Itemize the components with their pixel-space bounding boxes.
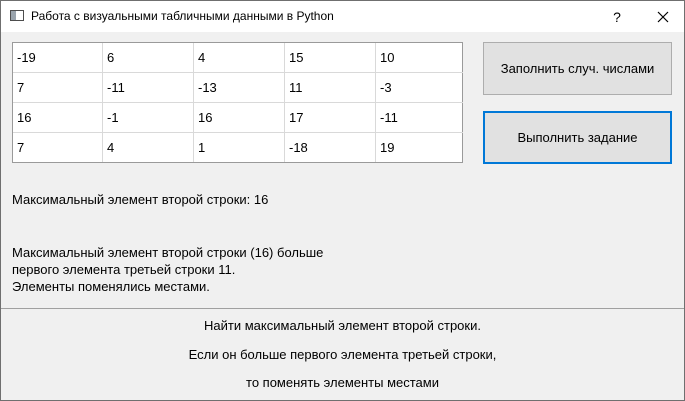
table-row: -19 6 4 15 10 (13, 43, 463, 73)
table-cell[interactable]: 19 (376, 133, 464, 163)
close-icon (657, 11, 669, 22)
fill-random-button[interactable]: Заполнить случ. числами (483, 42, 672, 95)
table-cell[interactable]: 6 (102, 43, 194, 73)
table-cell[interactable]: 1 (193, 132, 285, 162)
table-cell[interactable]: 7 (13, 72, 103, 103)
swap-result-text: Максимальный элемент второй строки (16) … (12, 244, 323, 295)
table-cell[interactable]: -11 (375, 102, 463, 133)
table-cell[interactable]: 4 (102, 132, 194, 162)
main-window: Работа с визуальными табличными данными … (0, 0, 685, 401)
help-button[interactable]: ? (601, 1, 633, 32)
table-cell[interactable]: -1 (102, 102, 194, 133)
table-cell[interactable]: 16 (193, 102, 285, 133)
table-cell[interactable]: 11 (284, 72, 376, 103)
table-cell[interactable]: 17 (284, 102, 376, 133)
title-bar[interactable]: Работа с визуальными табличными данными … (1, 1, 684, 32)
table-cell[interactable]: -19 (13, 43, 103, 73)
data-table[interactable]: -19 6 4 15 10 7 -11 -13 11 -3 16 -1 16 17 -11 7 4 1 -18 19 (12, 42, 463, 163)
table-cell[interactable]: -3 (375, 72, 463, 103)
table-cell[interactable]: -13 (193, 72, 285, 103)
app-window-icon (10, 10, 24, 21)
table-row: 7 -11 -13 11 -3 (13, 72, 463, 103)
table-cell[interactable]: 16 (13, 102, 103, 133)
close-button[interactable] (643, 1, 683, 32)
table-cell[interactable]: 10 (375, 43, 463, 73)
table-row: 16 -1 16 17 -11 (13, 102, 463, 133)
window-title: Работа с визуальными табличными данными … (31, 9, 334, 23)
table-cell[interactable]: 15 (284, 43, 376, 73)
table-cell[interactable]: 7 (13, 132, 103, 162)
table-row: 7 4 1 -18 19 (13, 132, 464, 163)
result-line: Максимальный элемент второй строки (16) … (12, 245, 324, 260)
table-cell[interactable]: -18 (284, 132, 376, 162)
result-line: первого элемента третьей строки 11. (12, 262, 236, 277)
divider (1, 308, 684, 309)
table-cell[interactable]: -11 (102, 72, 194, 103)
task-description-line: то поменять элементы местами (246, 375, 439, 390)
run-task-button[interactable]: Выполнить задание (483, 111, 672, 164)
table-cell[interactable]: 4 (193, 43, 285, 73)
task-description-line: Найти максимальный элемент второй строки… (204, 318, 481, 333)
task-description-line: Если он больше первого элемента третьей … (188, 347, 497, 362)
max-element-label: Максимальный элемент второй строки: 16 (12, 192, 269, 207)
result-line: Элементы поменялись местами. (12, 279, 210, 294)
